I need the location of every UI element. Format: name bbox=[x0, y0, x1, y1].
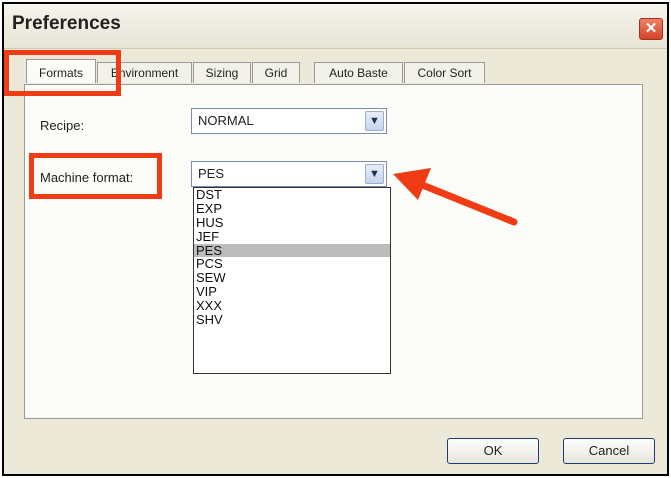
arrow-icon bbox=[393, 168, 518, 226]
